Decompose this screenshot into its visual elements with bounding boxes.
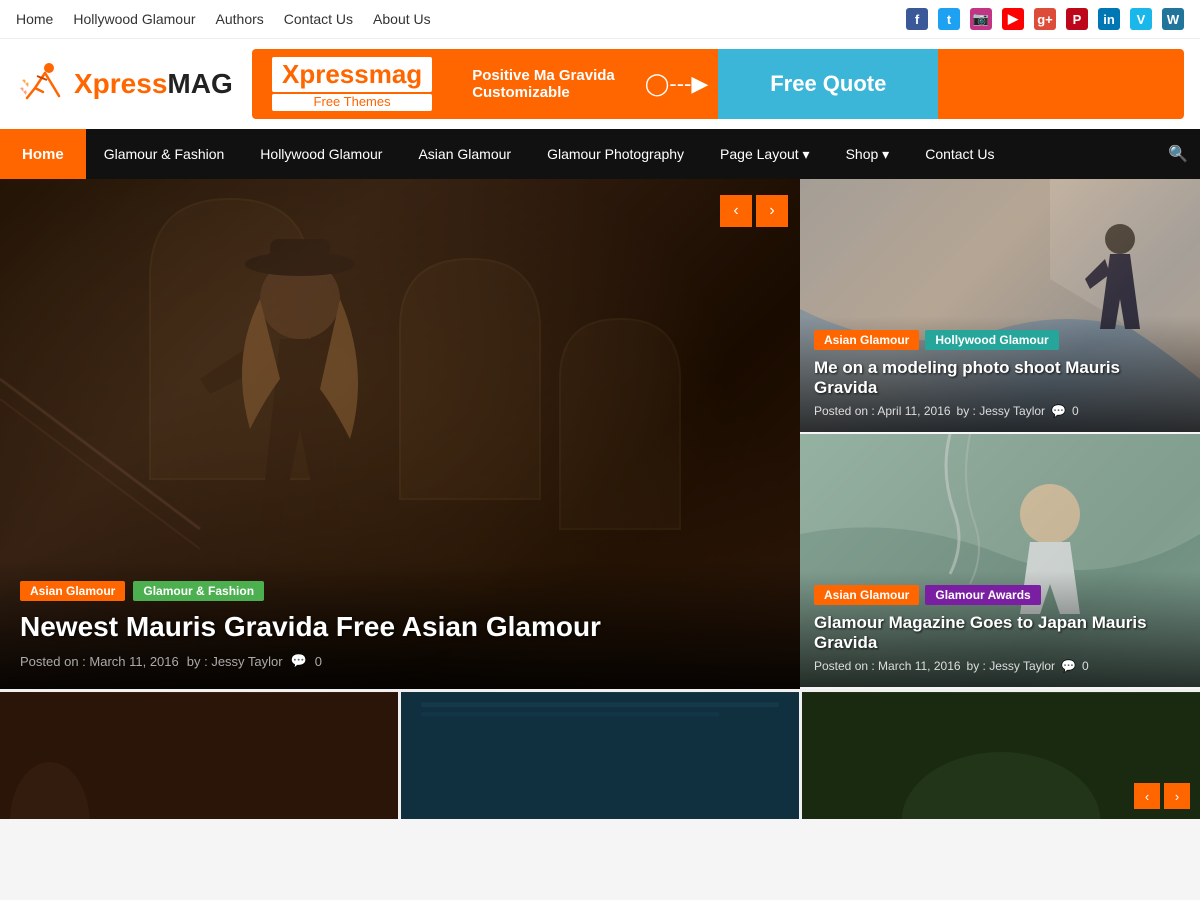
nav-hollywood-glamour[interactable]: Hollywood Glamour (242, 129, 400, 179)
googleplus-icon[interactable]: g+ (1034, 8, 1056, 30)
article-2-tags: Asian Glamour Glamour Awards (814, 585, 1186, 605)
article-2-title: Glamour Magazine Goes to Japan Mauris Gr… (814, 613, 1186, 653)
instagram-icon[interactable]: 📷 (970, 8, 992, 30)
main-content: ‹ › Asian Glamour Glamour & Fashion Newe… (0, 179, 1200, 689)
logo-text: XpressMAG (74, 68, 233, 100)
article-card-1: Asian Glamour Hollywood Glamour Me on a … (800, 179, 1200, 434)
comment-icon-1: 💬 (1051, 404, 1066, 418)
vimeo-icon[interactable]: V (1130, 8, 1152, 30)
hero-overlay: Asian Glamour Glamour & Fashion Newest M… (0, 561, 800, 689)
youtube-icon[interactable]: ▶ (1002, 8, 1024, 30)
article-card-2: Asian Glamour Glamour Awards Glamour Mag… (800, 434, 1200, 689)
top-nav-contact[interactable]: Contact Us (284, 11, 353, 27)
top-nav-authors[interactable]: Authors (216, 11, 264, 27)
article-1-tag-1[interactable]: Asian Glamour (814, 330, 919, 350)
nav-contact-us[interactable]: Contact Us (907, 129, 1012, 179)
hero-next-button[interactable]: › (756, 195, 788, 227)
hero-by: by : Jessy Taylor (187, 654, 283, 669)
top-nav-home[interactable]: Home (16, 11, 53, 27)
linkedin-icon[interactable]: in (1098, 8, 1120, 30)
article-2-tag-2[interactable]: Glamour Awards (925, 585, 1040, 605)
banner-left: Xpressmag Free Themes (252, 49, 452, 119)
bottom-row: ‹ › (0, 689, 1200, 819)
article-2-tag-1[interactable]: Asian Glamour (814, 585, 919, 605)
top-nav: Home Hollywood Glamour Authors Contact U… (16, 11, 431, 27)
hero-prev-button[interactable]: ‹ (720, 195, 752, 227)
nav-asian-glamour[interactable]: Asian Glamour (400, 129, 529, 179)
nav-shop[interactable]: Shop ▾ (828, 129, 908, 179)
bottom-card-1 (0, 692, 401, 819)
hero-title: Newest Mauris Gravida Free Asian Glamour (20, 611, 780, 643)
bottom-card-3-next[interactable]: › (1164, 783, 1190, 809)
brand-wrap: Xpressmag Free Themes (272, 57, 432, 111)
nav-page-layout[interactable]: Page Layout ▾ (702, 129, 828, 179)
banner-area: Xpressmag Free Themes Positive Ma Gravid… (252, 49, 1184, 119)
article-2-meta: Posted on : March 11, 2016 by : Jessy Ta… (814, 659, 1186, 673)
banner-brand-sub: Free Themes (272, 94, 432, 111)
nav-glamour-photography[interactable]: Glamour Photography (529, 129, 702, 179)
bottom-card-3: ‹ › (802, 692, 1200, 819)
article-2-posted-on: Posted on : March 11, 2016 (814, 659, 961, 673)
right-column: Asian Glamour Hollywood Glamour Me on a … (800, 179, 1200, 689)
twitter-icon[interactable]: t (938, 8, 960, 30)
hero-slider: ‹ › Asian Glamour Glamour & Fashion Newe… (0, 179, 800, 689)
comment-icon-2: 💬 (1061, 659, 1076, 673)
article-1-tag-2[interactable]: Hollywood Glamour (925, 330, 1058, 350)
pinterest-icon[interactable]: P (1066, 8, 1088, 30)
article-1-comments: 0 (1072, 404, 1079, 418)
article-1-title: Me on a modeling photo shoot Mauris Grav… (814, 358, 1186, 398)
top-bar: Home Hollywood Glamour Authors Contact U… (0, 0, 1200, 39)
header-banner: XpressMAG Xpressmag Free Themes Positive… (0, 39, 1200, 129)
wordpress-icon[interactable]: W (1162, 8, 1184, 30)
social-icons: f t 📷 ▶ g+ P in V W (906, 8, 1184, 30)
article-1-by: by : Jessy Taylor (957, 404, 1045, 418)
banner-arrow-icon: ◯---▶ (635, 49, 719, 119)
hero-tag-glamour-fashion[interactable]: Glamour & Fashion (133, 581, 264, 601)
hero-meta: Posted on : March 11, 2016 by : Jessy Ta… (20, 653, 780, 669)
banner-brand-name: Xpressmag (272, 57, 432, 92)
top-nav-hollywood[interactable]: Hollywood Glamour (73, 11, 195, 27)
bottom-card-3-prev[interactable]: ‹ (1134, 783, 1160, 809)
facebook-icon[interactable]: f (906, 8, 928, 30)
article-1-tags: Asian Glamour Hollywood Glamour (814, 330, 1186, 350)
article-1-posted-on: Posted on : April 11, 2016 (814, 404, 951, 418)
main-nav: Home Glamour & Fashion Hollywood Glamour… (0, 129, 1200, 179)
article-2-overlay: Asian Glamour Glamour Awards Glamour Mag… (800, 571, 1200, 687)
article-2-comments: 0 (1082, 659, 1089, 673)
free-quote-button[interactable]: Free Quote (718, 49, 938, 119)
nav-home[interactable]: Home (0, 129, 86, 179)
banner-tagline: Positive Ma Gravida Customizable (452, 49, 635, 119)
logo-area: XpressMAG (16, 59, 236, 109)
comment-icon: 💬 (291, 653, 307, 669)
hero-tag-asian-glamour[interactable]: Asian Glamour (20, 581, 125, 601)
logo-icon (16, 59, 66, 109)
search-icon[interactable]: 🔍 (1156, 129, 1200, 179)
hero-tags: Asian Glamour Glamour & Fashion (20, 581, 780, 601)
article-2-by: by : Jessy Taylor (967, 659, 1055, 673)
article-1-meta: Posted on : April 11, 2016 by : Jessy Ta… (814, 404, 1186, 418)
nav-glamour-fashion[interactable]: Glamour & Fashion (86, 129, 243, 179)
hero-posted-on: Posted on : March 11, 2016 (20, 654, 179, 669)
bottom-card-2 (401, 692, 802, 819)
top-nav-about[interactable]: About Us (373, 11, 431, 27)
hero-comments: 0 (315, 654, 322, 669)
article-1-overlay: Asian Glamour Hollywood Glamour Me on a … (800, 316, 1200, 432)
